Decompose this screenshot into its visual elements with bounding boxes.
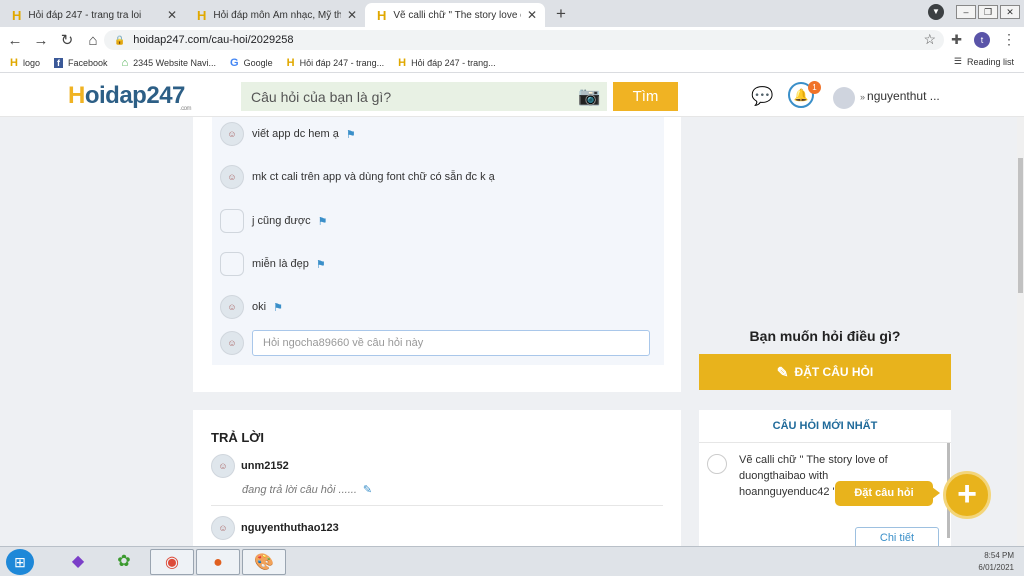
answers-title: TRẢ LỜI (211, 430, 264, 445)
browser-tabbar: H Hỏi đáp 247 - trang tra loi ✕ H Hỏi đá… (0, 0, 1024, 27)
star-icon[interactable]: ☆ (923, 31, 936, 48)
hoidap-favicon-icon: H (197, 7, 207, 23)
floating-ask-label[interactable]: Đặt câu hỏi (835, 481, 933, 506)
reading-list-button[interactable]: ☰ Reading list (954, 56, 1014, 67)
user-avatar[interactable] (833, 87, 855, 109)
bookmark-facebook[interactable]: f Facebook (53, 57, 108, 68)
chevron-down-icon[interactable]: ▼ (928, 4, 944, 20)
comments-box: ☺ viết app dc hem ạ ⚑ ☺ mk ct cali trên … (212, 117, 664, 365)
website-nav-icon: ⌂ (121, 56, 129, 69)
user-menu[interactable]: » nguyenthut ... (860, 89, 940, 103)
ask-question-button[interactable]: ✎ ĐẶT CÂU HỎI (699, 354, 951, 390)
tab-active-question[interactable]: H Vẽ calli chữ " The story love of d ✕ (365, 3, 545, 27)
hoidap247-logo[interactable]: Hoidap247 .com (68, 82, 192, 112)
comment-item: j cũng được ⚑ (220, 209, 327, 233)
floating-label-arrow (932, 487, 940, 499)
newest-questions-panel: CÂU HỎI MỚI NHẤT Vẽ calli chữ " The stor… (699, 410, 951, 550)
close-tab-icon[interactable]: ✕ (167, 8, 177, 22)
pencil-icon: ✎ (362, 484, 373, 496)
comment-item: ☺ oki ⚑ (220, 295, 283, 319)
home-icon[interactable]: ⌂ (82, 32, 104, 49)
hoidap-favicon-icon: H (398, 56, 407, 69)
hoidap-favicon-icon: H (286, 56, 295, 69)
bookmark-hoidap-2[interactable]: H Hỏi đáp 247 - trang... (398, 57, 496, 69)
ask-title: Bạn muốn hỏi điều gì? (749, 328, 901, 344)
hoidap-favicon-icon: H (10, 56, 18, 69)
flag-icon[interactable]: ⚑ (346, 128, 356, 141)
windows-taskbar: ⊞ ◆ ✿ ◉ ● 🎨 8:54 PM 6/01/2021 (0, 546, 1024, 576)
answerer-avatar[interactable]: ☺ (211, 516, 235, 540)
facebook-icon: f (53, 57, 63, 68)
answers-card: TRẢ LỜI ☺ unm2152 đang trả lời câu hỏi .… (193, 410, 681, 550)
chevron-down-icon: » (860, 92, 866, 102)
minimize-button[interactable]: – (956, 5, 976, 19)
visual-studio-icon[interactable]: ◆ (56, 549, 100, 575)
lock-icon: 🔒 (114, 34, 126, 45)
answer-item: ☺ unm2152 (211, 454, 289, 478)
forward-arrow-icon[interactable]: → (30, 32, 52, 49)
notification-badge: 1 (808, 81, 821, 94)
answer-item: ☺ nguyenthuthao123 (211, 516, 339, 540)
bookmark-hoidap-1[interactable]: H Hỏi đáp 247 - trang... (287, 57, 385, 69)
page-scrollbar-thumb[interactable] (1018, 158, 1023, 293)
floating-ask-button[interactable]: + (943, 471, 991, 519)
url-text: hoidap247.com/cau-hoi/2029258 (133, 34, 294, 46)
hoidap-favicon-icon: H (12, 7, 22, 23)
color-app-icon[interactable]: ● (196, 549, 240, 575)
back-arrow-icon[interactable]: ← (4, 32, 26, 49)
window-controls: ▼ – ❐ ✕ (928, 0, 1024, 24)
close-tab-icon[interactable]: ✕ (347, 8, 357, 22)
ask-question-icon: ✎ (776, 363, 789, 380)
answerer-avatar[interactable]: ☺ (211, 454, 235, 478)
tab-hoidap-am-nhac[interactable]: H Hỏi đáp môn Âm nhạc, Mỹ thuật, ✕ (185, 3, 365, 27)
question-avatar[interactable] (707, 454, 727, 474)
chat-icon[interactable]: 💬 (751, 86, 773, 107)
bookmark-google[interactable]: G Google (230, 57, 273, 69)
commenter-avatar[interactable]: ☺ (220, 295, 244, 319)
search-input[interactable]: Câu hỏi của bạn là gì? (241, 82, 607, 111)
menu-dots-icon[interactable]: ⋮ (1002, 31, 1016, 48)
commenter-avatar[interactable] (220, 252, 244, 276)
search-button[interactable]: Tìm (613, 82, 678, 111)
extensions-puzzle-icon[interactable]: ✚ (951, 32, 962, 48)
profile-avatar[interactable]: t (974, 31, 990, 48)
bookmark-logo[interactable]: Hlogo (10, 57, 40, 69)
new-tab-button[interactable]: + (551, 5, 571, 25)
close-window-button[interactable]: ✕ (1000, 5, 1020, 19)
comment-item: ☺ viết app dc hem ạ ⚑ (220, 122, 356, 146)
reload-icon[interactable]: ↻ (56, 31, 78, 49)
question-card: ☺ viết app dc hem ạ ⚑ ☺ mk ct cali trên … (193, 117, 681, 392)
divider (211, 505, 663, 506)
current-user-avatar: ☺ (220, 331, 244, 355)
chrome-icon[interactable]: ◉ (150, 549, 194, 575)
camera-icon[interactable]: 📷 (578, 86, 600, 107)
reading-list-icon: ☰ (953, 56, 962, 66)
flag-icon[interactable]: ⚑ (318, 215, 328, 228)
comment-item: miễn là đẹp ⚑ (220, 252, 326, 276)
comment-item: ☺ mk ct cali trên app và dùng font chữ c… (220, 165, 495, 189)
paint-icon[interactable]: 🎨 (242, 549, 286, 575)
commenter-avatar[interactable]: ☺ (220, 122, 244, 146)
hoidap-favicon-icon: H (377, 7, 387, 23)
flag-icon[interactable]: ⚑ (273, 301, 283, 314)
comment-input[interactable]: Hỏi ngocha89660 về câu hỏi này (252, 330, 650, 356)
site-header: Hoidap247 .com Câu hỏi của bạn là gì? 📷 T… (0, 73, 1024, 117)
address-bar[interactable]: 🔒 hoidap247.com/cau-hoi/2029258 ☆ (104, 30, 944, 50)
browser-toolbar: ← → ↻ ⌂ 🔒 hoidap247.com/cau-hoi/2029258 … (0, 27, 1024, 53)
commenter-avatar[interactable]: ☺ (220, 165, 244, 189)
google-icon: G (230, 56, 239, 69)
newest-questions-title: CÂU HỎI MỚI NHẤT (699, 410, 951, 443)
flag-icon[interactable]: ⚑ (316, 258, 326, 271)
bookmark-2345[interactable]: ⌂ 2345 Website Navi... (122, 57, 217, 69)
answer-status: đang trả lời câu hỏi ...... ✎ (242, 484, 373, 496)
restore-button[interactable]: ❐ (978, 5, 998, 19)
windows-start-icon[interactable]: ⊞ (6, 549, 34, 575)
commenter-avatar[interactable] (220, 209, 244, 233)
close-tab-icon[interactable]: ✕ (527, 8, 537, 22)
app-icon[interactable]: ✿ (102, 549, 146, 575)
system-clock[interactable]: 8:54 PM 6/01/2021 (978, 550, 1014, 574)
tab-hoidap-tra-loi[interactable]: H Hỏi đáp 247 - trang tra loi ✕ (0, 3, 185, 27)
bookmarks-bar: Hlogo f Facebook ⌂ 2345 Website Navi... GG… (0, 53, 1024, 73)
